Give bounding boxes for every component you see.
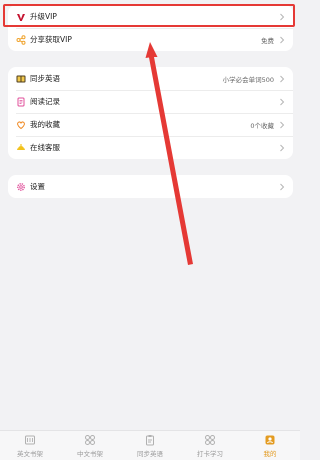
gear-icon <box>16 182 26 192</box>
tab-chinese-bookshelf[interactable]: 中文书架 <box>60 431 120 460</box>
sync-english-label: 同步英语 <box>30 74 60 83</box>
customer-service-icon <box>16 143 26 153</box>
tab-label: 打卡学习 <box>197 449 223 458</box>
tab-label: 我的 <box>263 449 277 458</box>
chevron-right-icon <box>280 98 285 105</box>
chevron-right-icon <box>280 75 285 82</box>
chevron-right-icon <box>280 183 285 190</box>
share-vip-label: 分享获取VIP <box>30 35 72 44</box>
settings-label: 设置 <box>30 182 45 191</box>
clipboard-icon <box>146 434 154 445</box>
tab-english-bookshelf[interactable]: 英文书架 <box>0 431 60 460</box>
share-vip-value: 免费 <box>261 36 274 45</box>
sync-english-value: 小学必会单词500 <box>222 75 274 84</box>
chevron-right-icon <box>280 144 285 151</box>
vip-v-icon <box>16 12 26 22</box>
settings-row[interactable]: 设置 <box>8 175 293 198</box>
upgrade-vip-row[interactable]: 升级VIP <box>8 5 293 28</box>
grid-icon <box>205 434 215 445</box>
chevron-right-icon <box>280 13 285 20</box>
bookshelf-icon <box>25 435 35 444</box>
menu-card: 同步英语 小学必会单词500 阅读记录 我的收藏 0个收藏 在线客服 <box>8 67 293 159</box>
grid-icon <box>85 434 95 445</box>
share-vip-row[interactable]: 分享获取VIP 免费 <box>8 28 293 51</box>
reading-record-label: 阅读记录 <box>30 97 60 106</box>
sync-english-row[interactable]: 同步英语 小学必会单词500 <box>8 67 293 90</box>
my-favorites-label: 我的收藏 <box>30 120 60 129</box>
reading-record-icon <box>16 97 26 107</box>
tab-mine[interactable]: 我的 <box>240 431 300 460</box>
online-service-row[interactable]: 在线客服 <box>8 136 293 159</box>
chevron-right-icon <box>280 121 285 128</box>
upgrade-vip-label: 升级VIP <box>30 12 57 21</box>
profile-icon <box>265 435 275 444</box>
reading-record-row[interactable]: 阅读记录 <box>8 90 293 113</box>
tab-checkin-study[interactable]: 打卡学习 <box>180 431 240 460</box>
tab-sync-english[interactable]: 同步英语 <box>120 431 180 460</box>
tab-label: 同步英语 <box>137 449 163 458</box>
bottom-tab-bar: 英文书架 中文书架 同步英语 打卡学习 我的 <box>0 430 300 460</box>
settings-card: 设置 <box>8 175 293 198</box>
my-favorites-row[interactable]: 我的收藏 0个收藏 <box>8 113 293 136</box>
my-favorites-value: 0个收藏 <box>250 121 274 130</box>
heart-icon <box>16 120 26 130</box>
tab-label: 中文书架 <box>77 449 103 458</box>
chevron-right-icon <box>280 36 285 43</box>
sync-english-icon <box>16 74 26 84</box>
tab-label: 英文书架 <box>17 449 43 458</box>
online-service-label: 在线客服 <box>30 143 60 152</box>
vip-card: 升级VIP 分享获取VIP 免费 <box>8 5 293 51</box>
share-icon <box>16 34 26 45</box>
